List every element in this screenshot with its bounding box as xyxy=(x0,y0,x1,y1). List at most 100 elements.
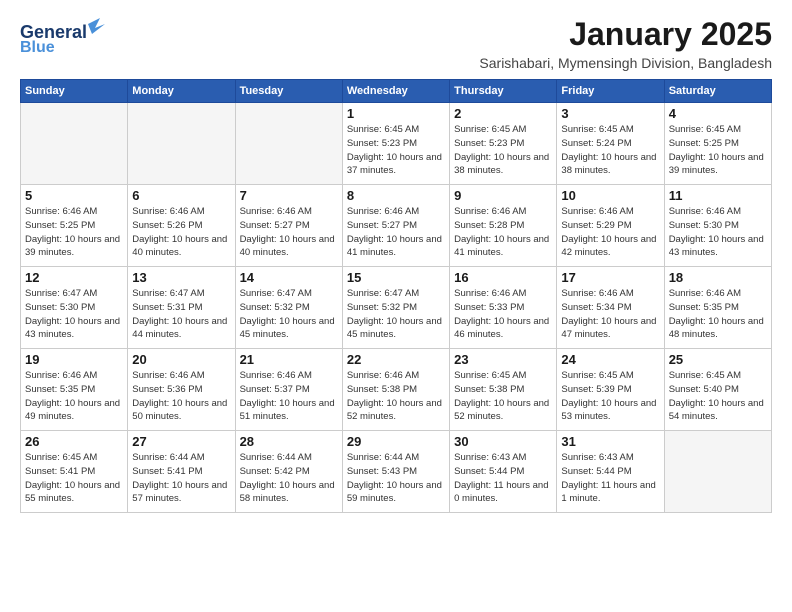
daylight-label: Daylight: 10 hours and 42 minutes. xyxy=(561,234,656,259)
daylight-label: Daylight: 10 hours and 51 minutes. xyxy=(240,398,335,423)
daylight-label: Daylight: 10 hours and 40 minutes. xyxy=(132,234,227,259)
sun-info: Sunrise: 6:47 AMSunset: 5:32 PMDaylight:… xyxy=(240,287,338,342)
daylight-label: Daylight: 10 hours and 41 minutes. xyxy=(347,234,442,259)
sunrise-label: Sunrise: 6:46 AM xyxy=(25,206,97,217)
col-monday: Monday xyxy=(128,80,235,103)
sun-info: Sunrise: 6:45 AMSunset: 5:25 PMDaylight:… xyxy=(669,123,767,178)
sunrise-label: Sunrise: 6:44 AM xyxy=(347,452,419,463)
sunrise-label: Sunrise: 6:43 AM xyxy=(454,452,526,463)
day-number: 15 xyxy=(347,270,445,285)
sunset-label: Sunset: 5:27 PM xyxy=(347,220,417,231)
sunset-label: Sunset: 5:28 PM xyxy=(454,220,524,231)
daylight-label: Daylight: 10 hours and 44 minutes. xyxy=(132,316,227,341)
sunset-label: Sunset: 5:32 PM xyxy=(347,302,417,313)
day-number: 29 xyxy=(347,434,445,449)
sunrise-label: Sunrise: 6:45 AM xyxy=(25,452,97,463)
sunrise-label: Sunrise: 6:46 AM xyxy=(347,370,419,381)
calendar-cell: 16Sunrise: 6:46 AMSunset: 5:33 PMDayligh… xyxy=(450,267,557,349)
subtitle: Sarishabari, Mymensingh Division, Bangla… xyxy=(479,55,772,71)
calendar-body: 1Sunrise: 6:45 AMSunset: 5:23 PMDaylight… xyxy=(21,103,772,513)
daylight-label: Daylight: 10 hours and 48 minutes. xyxy=(669,316,764,341)
day-number: 27 xyxy=(132,434,230,449)
header-row: Sunday Monday Tuesday Wednesday Thursday… xyxy=(21,80,772,103)
calendar-cell: 19 Sunrise: 6:46 AM Sunset: 5:35 PM Dayligh… xyxy=(21,349,128,431)
day-number: 19 xyxy=(25,352,123,367)
calendar-cell: 24Sunrise: 6:45 AMSunset: 5:39 PMDayligh… xyxy=(557,349,664,431)
sunset-label: Sunset: 5:35 PM xyxy=(25,384,95,395)
calendar-cell xyxy=(664,431,771,513)
calendar-week-4: 19 Sunrise: 6:46 AM Sunset: 5:35 PM Dayligh… xyxy=(21,349,772,431)
sunset-label: Sunset: 5:27 PM xyxy=(240,220,310,231)
daylight-label: Daylight: 10 hours and 52 minutes. xyxy=(347,398,442,423)
sun-info: Sunrise: 6:44 AMSunset: 5:42 PMDaylight:… xyxy=(240,451,338,506)
sunrise-label: Sunrise: 6:45 AM xyxy=(454,370,526,381)
sun-info: Sunrise: 6:43 AMSunset: 5:44 PMDaylight:… xyxy=(454,451,552,506)
calendar-cell: 12 Sunrise: 6:47 AMSunset: 5:30 PMDayligh… xyxy=(21,267,128,349)
sunrise-label: Sunrise: 6:46 AM xyxy=(454,206,526,217)
sunrise-label: Sunrise: 6:47 AM xyxy=(240,288,312,299)
calendar-cell: 26Sunrise: 6:45 AMSunset: 5:41 PMDayligh… xyxy=(21,431,128,513)
sunrise-label: Sunrise: 6:46 AM xyxy=(454,288,526,299)
sun-info: Sunrise: 6:47 AMSunset: 5:30 PMDaylight:… xyxy=(25,287,123,342)
page: General Blue January 2025 Sarishabari, M… xyxy=(0,0,792,612)
day-number: 8 xyxy=(347,188,445,203)
sun-info: Sunrise: 6:46 AMSunset: 5:38 PMDaylight:… xyxy=(347,369,445,424)
sunset-label: Sunset: 5:32 PM xyxy=(240,302,310,313)
col-sunday: Sunday xyxy=(21,80,128,103)
sunset-label: Sunset: 5:30 PM xyxy=(25,302,95,313)
daylight-label: Daylight: 10 hours and 55 minutes. xyxy=(25,480,120,505)
calendar-cell: 15 Sunrise: 6:47 AM Sunset: 5:32 PM Dayligh… xyxy=(342,267,449,349)
sun-info: Sunrise: 6:46 AMSunset: 5:37 PMDaylight:… xyxy=(240,369,338,424)
sunset-label: Sunset: 5:41 PM xyxy=(132,466,202,477)
daylight-label: Daylight: 10 hours and 49 minutes. xyxy=(25,398,120,423)
sunrise-label: Sunrise: 6:45 AM xyxy=(561,370,633,381)
day-number: 7 xyxy=(240,188,338,203)
sunrise-label: Sunrise: 6:46 AM xyxy=(669,288,741,299)
sunset-label: Sunset: 5:40 PM xyxy=(669,384,739,395)
day-number: 4 xyxy=(669,106,767,121)
calendar-cell xyxy=(128,103,235,185)
daylight-label: Daylight: 10 hours and 39 minutes. xyxy=(669,152,764,177)
calendar-week-5: 26Sunrise: 6:45 AMSunset: 5:41 PMDayligh… xyxy=(21,431,772,513)
sunrise-label: Sunrise: 6:46 AM xyxy=(240,206,312,217)
sun-info: Sunrise: 6:45 AMSunset: 5:23 PMDaylight:… xyxy=(454,123,552,178)
day-number: 3 xyxy=(561,106,659,121)
col-friday: Friday xyxy=(557,80,664,103)
daylight-label: Daylight: 10 hours and 43 minutes. xyxy=(669,234,764,259)
day-number: 13 xyxy=(132,270,230,285)
daylight-label: Daylight: 10 hours and 41 minutes. xyxy=(454,234,549,259)
day-number: 10 xyxy=(561,188,659,203)
sunset-label: Sunset: 5:29 PM xyxy=(561,220,631,231)
day-number: 12 xyxy=(25,270,123,285)
sunrise-label: Sunrise: 6:45 AM xyxy=(454,124,526,135)
sun-info: Sunrise: 6:45 AMSunset: 5:40 PMDaylight:… xyxy=(669,369,767,424)
sunrise-label: Sunrise: 6:45 AM xyxy=(561,124,633,135)
sunrise-label: Sunrise: 6:46 AM xyxy=(132,206,204,217)
calendar-cell: 9Sunrise: 6:46 AMSunset: 5:28 PMDaylight… xyxy=(450,185,557,267)
sunset-label: Sunset: 5:35 PM xyxy=(669,302,739,313)
calendar-cell: 1Sunrise: 6:45 AMSunset: 5:23 PMDaylight… xyxy=(342,103,449,185)
calendar-cell: 6Sunrise: 6:46 AMSunset: 5:26 PMDaylight… xyxy=(128,185,235,267)
sunrise-label: Sunrise: 6:47 AM xyxy=(347,288,419,299)
sun-info: Sunrise: 6:46 AMSunset: 5:30 PMDaylight:… xyxy=(669,205,767,260)
sunset-label: Sunset: 5:30 PM xyxy=(669,220,739,231)
sunset-label: Sunset: 5:23 PM xyxy=(454,138,524,149)
calendar-table: Sunday Monday Tuesday Wednesday Thursday… xyxy=(20,79,772,513)
sunrise-label: Sunrise: 6:47 AM xyxy=(132,288,204,299)
sun-info: Sunrise: 6:43 AMSunset: 5:44 PMDaylight:… xyxy=(561,451,659,506)
sunrise-label: Sunrise: 6:46 AM xyxy=(25,370,97,381)
sun-info: Sunrise: 6:46 AMSunset: 5:27 PMDaylight:… xyxy=(347,205,445,260)
daylight-label: Daylight: 10 hours and 58 minutes. xyxy=(240,480,335,505)
calendar-cell: 23Sunrise: 6:45 AMSunset: 5:38 PMDayligh… xyxy=(450,349,557,431)
calendar-header: Sunday Monday Tuesday Wednesday Thursday… xyxy=(21,80,772,103)
calendar-cell: 11Sunrise: 6:46 AMSunset: 5:30 PMDayligh… xyxy=(664,185,771,267)
sunset-label: Sunset: 5:37 PM xyxy=(240,384,310,395)
sun-info: Sunrise: 6:44 AMSunset: 5:43 PMDaylight:… xyxy=(347,451,445,506)
calendar-cell: 5Sunrise: 6:46 AMSunset: 5:25 PMDaylight… xyxy=(21,185,128,267)
day-number: 17 xyxy=(561,270,659,285)
daylight-label: Daylight: 10 hours and 38 minutes. xyxy=(561,152,656,177)
day-number: 30 xyxy=(454,434,552,449)
sun-info: Sunrise: 6:46 AM Sunset: 5:28 PM Daylight:… xyxy=(454,205,552,260)
calendar-cell: 20Sunrise: 6:46 AMSunset: 5:36 PMDayligh… xyxy=(128,349,235,431)
daylight-label: Daylight: 10 hours and 45 minutes. xyxy=(347,316,442,341)
